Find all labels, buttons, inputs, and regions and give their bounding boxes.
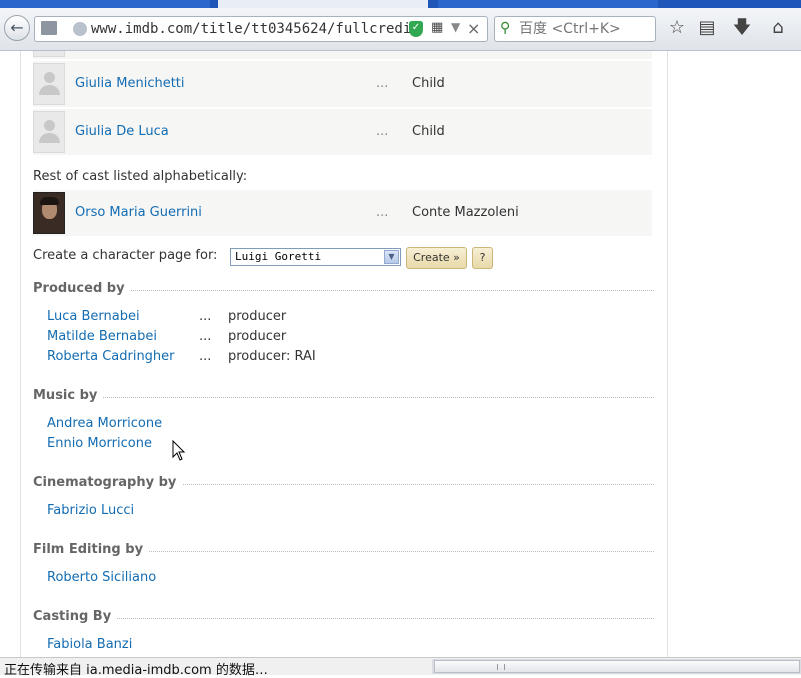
credit-role: producer (228, 329, 287, 344)
browser-tab[interactable] (0, 0, 210, 8)
section-title: Produced by (33, 281, 131, 296)
ellipsis: ... (199, 349, 212, 364)
section-heading-cinematography: Cinematography by (33, 475, 654, 493)
avatar[interactable] (33, 51, 65, 57)
rest-of-cast-label: Rest of cast listed alphabetically: (33, 169, 248, 184)
section-heading-casting: Casting By (33, 609, 654, 627)
credit-name-link[interactable]: Fabiola Banzi (47, 637, 132, 652)
cast-name-link[interactable]: Orso Maria Guerrini (75, 205, 202, 220)
dropdown-arrow-icon[interactable]: ▼ (451, 20, 460, 34)
character-name: Child (412, 124, 445, 139)
browser-tab-active[interactable] (218, 0, 428, 8)
credit-role: producer (228, 309, 287, 324)
section-title: Casting By (33, 609, 118, 624)
ellipsis: ... (199, 309, 212, 324)
page-icon (41, 21, 57, 35)
section-title: Cinematography by (33, 475, 183, 490)
search-icon[interactable]: ⚲ (500, 20, 510, 36)
tab-strip (0, 0, 801, 8)
ellipsis: ... (376, 205, 389, 220)
section-title: Film Editing by (33, 542, 150, 557)
section-heading-editing: Film Editing by (33, 542, 654, 560)
credit-name-link[interactable]: Fabrizio Lucci (47, 503, 134, 518)
section-heading-produced: Produced by (33, 281, 654, 299)
browser-tab[interactable] (438, 0, 658, 8)
credit-name-link[interactable]: Roberto Siciliano (47, 570, 156, 585)
ellipsis: ... (199, 329, 212, 344)
star-bookmark-icon[interactable]: ☆ (666, 17, 688, 39)
scrollbar-thumb[interactable] (434, 660, 800, 673)
character-page-label: Create a character page for: (33, 248, 218, 263)
reading-list-icon[interactable]: ▤ (696, 17, 718, 39)
search-input[interactable] (519, 18, 653, 40)
status-bar: 正在传输来自 ia.media-imdb.com 的数据… (0, 657, 801, 678)
page-viewport: Giulia Menichetti ... Child Giulia De Lu… (0, 51, 801, 657)
section-heading-music: Music by (33, 388, 654, 406)
table-row (33, 51, 652, 59)
create-button[interactable]: Create » (406, 247, 467, 269)
divider (33, 618, 654, 619)
security-shield-icon[interactable]: ✓ (409, 21, 423, 37)
cast-name-link[interactable]: Giulia De Luca (75, 124, 169, 139)
table-row: Orso Maria Guerrini ... Conte Mazzoleni (33, 190, 652, 236)
credit-name-link[interactable]: Luca Bernabei (47, 309, 140, 324)
download-arrow-icon[interactable]: 🡇 (731, 17, 753, 39)
qr-code-icon[interactable]: ▦ (431, 21, 445, 35)
divider (33, 397, 654, 398)
browser-toolbar: ← www.imdb.com/title/tt0345624/fullcredi… (0, 8, 801, 51)
avatar-placeholder-icon[interactable] (33, 111, 65, 153)
character-select[interactable]: Luigi Goretti ▼ (230, 248, 401, 266)
chevron-down-icon[interactable]: ▼ (384, 250, 399, 264)
avatar-placeholder-icon[interactable] (33, 63, 65, 105)
url-text[interactable]: www.imdb.com/title/tt0345624/fullcredit (91, 21, 420, 37)
avatar[interactable] (33, 192, 65, 234)
status-text: 正在传输来自 ia.media-imdb.com 的数据… (4, 663, 268, 678)
character-select-value: Luigi Goretti (235, 250, 322, 263)
section-title: Music by (33, 388, 104, 403)
mouse-pointer-icon (172, 440, 186, 461)
credit-name-link[interactable]: Ennio Morricone (47, 436, 152, 451)
back-arrow-icon[interactable]: ← (4, 15, 30, 41)
character-name: Child (412, 76, 445, 91)
cast-name-link[interactable]: Giulia Menichetti (75, 76, 185, 91)
table-row: Giulia Menichetti ... Child (33, 61, 652, 107)
credit-name-link[interactable]: Andrea Morricone (47, 416, 162, 431)
close-icon[interactable]: × (467, 19, 480, 38)
grip-icon (497, 664, 505, 670)
character-name: Conte Mazzoleni (412, 205, 519, 220)
ellipsis: ... (376, 76, 389, 91)
site-identity-icon[interactable] (73, 22, 87, 36)
search-bar[interactable]: ⚲ (494, 16, 656, 42)
ellipsis: ... (376, 124, 389, 139)
table-row: Giulia De Luca ... Child (33, 109, 652, 155)
address-bar[interactable]: www.imdb.com/title/tt0345624/fullcredit … (34, 16, 488, 42)
credit-name-link[interactable]: Matilde Bernabei (47, 329, 157, 344)
credit-role: producer: RAI (228, 349, 316, 364)
home-icon[interactable]: ⌂ (767, 17, 789, 39)
credit-name-link[interactable]: Roberta Cadringher (47, 349, 175, 364)
help-button[interactable]: ? (472, 247, 493, 269)
